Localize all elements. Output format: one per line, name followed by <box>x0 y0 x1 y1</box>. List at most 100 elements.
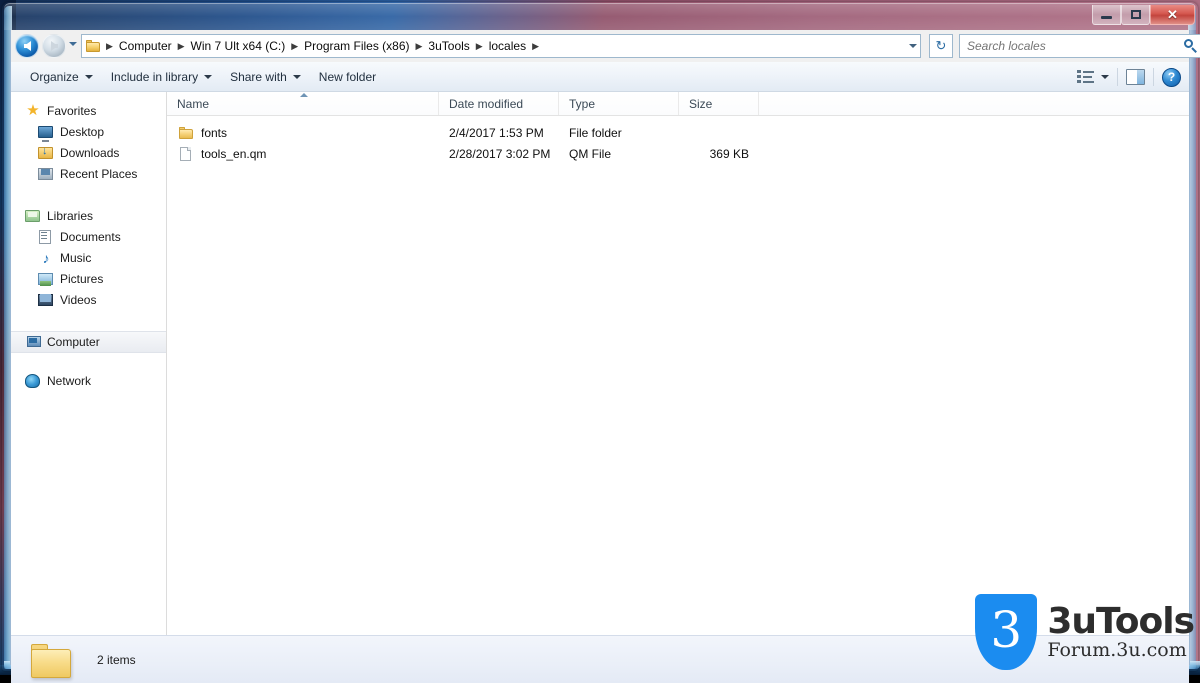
table-row[interactable]: tools_en.qm 2/28/2017 3:02 PM QM File 36… <box>167 143 1189 164</box>
sidebar-item-computer[interactable]: Computer <box>11 331 166 353</box>
shield-glyph: 3 <box>990 601 1023 659</box>
sidebar-item-label: Desktop <box>60 124 105 139</box>
downloads-icon <box>38 145 54 161</box>
sidebar-item-label: Videos <box>60 292 97 307</box>
watermark-text: 3uTools Forum.3u.com <box>1047 600 1195 662</box>
address-bar-row: ▶ Computer ▶ Win 7 Ult x64 (C:) ▶ Progra… <box>11 30 1200 62</box>
share-with-button[interactable]: Share with <box>221 66 310 88</box>
close-button[interactable]: ✕ <box>1150 5 1195 25</box>
back-arrow-icon <box>23 41 31 51</box>
column-header-date-modified[interactable]: Date modified <box>439 92 559 115</box>
column-header-type[interactable]: Type <box>559 92 679 115</box>
3utools-watermark: 3 3uTools Forum.3u.com <box>975 594 1195 670</box>
navigation-pane[interactable]: ★ Favorites Desktop Downloads Recent Pla… <box>11 92 167 635</box>
sidebar-item-favorites[interactable]: ★ Favorites <box>11 100 166 121</box>
music-icon: ♪ <box>42 249 50 266</box>
column-header-name[interactable]: Name <box>167 92 439 115</box>
file-name-label: tools_en.qm <box>201 146 267 161</box>
help-label: ? <box>1167 70 1176 84</box>
sidebar-item-label: Downloads <box>60 145 120 160</box>
maximize-button[interactable] <box>1121 5 1150 25</box>
sidebar-item-downloads[interactable]: Downloads <box>11 142 166 163</box>
file-icon <box>178 146 194 162</box>
file-list-pane[interactable]: Name Date modified Type Size fonts 2/4/2… <box>167 92 1189 635</box>
file-name-cell[interactable]: fonts <box>167 125 439 141</box>
breadcrumb-separator: ▶ <box>475 40 483 51</box>
minimize-button[interactable] <box>1092 5 1121 25</box>
breadcrumb-item-win7ultx64c[interactable]: Win 7 Ult x64 (C:) <box>188 38 289 54</box>
breadcrumb-item-3utools[interactable]: 3uTools <box>425 38 472 54</box>
sidebar-item-desktop[interactable]: Desktop <box>11 121 166 142</box>
sidebar-item-libraries[interactable]: Libraries <box>11 205 166 226</box>
chevron-down-icon <box>292 74 301 79</box>
recent-places-icon <box>38 166 54 182</box>
sidebar-item-recent-places[interactable]: Recent Places <box>11 163 166 184</box>
sidebar-item-network[interactable]: Network <box>11 370 166 391</box>
nav-group-favorites: ★ Favorites Desktop Downloads Recent Pla… <box>11 100 166 184</box>
sidebar-item-label: Network <box>47 373 92 388</box>
preview-pane-icon[interactable] <box>1126 69 1145 85</box>
new-folder-label: New folder <box>318 69 377 84</box>
sidebar-item-label: Recent Places <box>60 166 138 181</box>
organize-label: Organize <box>30 69 79 84</box>
refresh-button[interactable]: ↻ <box>929 34 953 58</box>
forward-button[interactable] <box>42 34 66 58</box>
column-header-label: Date modified <box>449 96 524 111</box>
breadcrumb-separator: ▶ <box>415 40 423 51</box>
breadcrumb-separator: ▶ <box>532 40 539 51</box>
include-in-library-label: Include in library <box>110 69 199 84</box>
computer-icon <box>25 334 41 350</box>
nav-group-libraries: Libraries Documents ♪ Music Pictures Vid… <box>11 205 166 310</box>
chevron-down-icon <box>84 74 93 79</box>
breadcrumb-separator: ▶ <box>177 40 185 51</box>
view-chevron-down-icon[interactable] <box>1101 75 1109 79</box>
breadcrumb-item-program-files-x86[interactable]: Program Files (x86) <box>301 38 412 54</box>
status-item-count: 2 items <box>97 652 136 667</box>
search-icon[interactable] <box>1184 39 1198 53</box>
network-icon <box>25 373 41 389</box>
videos-icon <box>38 292 54 308</box>
documents-icon <box>38 229 54 245</box>
desktop-icon <box>38 124 54 140</box>
sidebar-item-label: Computer <box>47 335 100 349</box>
column-header-label: Size <box>689 96 713 111</box>
include-in-library-button[interactable]: Include in library <box>102 66 221 88</box>
breadcrumb-chevron-down-icon[interactable] <box>909 44 917 48</box>
sidebar-item-label: Favorites <box>47 103 97 118</box>
file-type-cell: File folder <box>569 125 622 140</box>
new-folder-button[interactable]: New folder <box>310 66 385 88</box>
breadcrumb-item-computer[interactable]: Computer <box>116 38 175 54</box>
column-header-row: Name Date modified Type Size <box>167 92 1189 116</box>
column-header-label: Type <box>569 96 596 111</box>
breadcrumb[interactable]: ▶ Computer ▶ Win 7 Ult x64 (C:) ▶ Progra… <box>81 34 921 58</box>
file-name-cell[interactable]: tools_en.qm <box>167 146 439 162</box>
sidebar-item-label: Libraries <box>47 208 94 223</box>
table-row[interactable]: fonts 2/4/2017 1:53 PM File folder <box>167 122 1189 143</box>
sidebar-item-documents[interactable]: Documents <box>11 226 166 247</box>
column-header-size[interactable]: Size <box>679 92 759 115</box>
search-input[interactable] <box>967 39 1184 53</box>
help-icon[interactable]: ? <box>1162 67 1181 87</box>
forward-arrow-icon <box>50 41 58 51</box>
libraries-icon <box>25 208 41 224</box>
maximize-icon <box>1130 10 1141 19</box>
minimize-icon <box>1101 16 1112 19</box>
search-box[interactable] <box>959 34 1200 58</box>
file-date-cell: 2/28/2017 3:02 PM <box>449 146 551 161</box>
column-header-filler <box>759 92 1189 115</box>
sidebar-item-videos[interactable]: Videos <box>11 289 166 310</box>
back-button[interactable] <box>15 34 39 58</box>
recent-pages-chevron-down-icon[interactable] <box>69 42 77 46</box>
file-name-label: fonts <box>201 125 228 140</box>
sidebar-item-pictures[interactable]: Pictures <box>11 268 166 289</box>
sidebar-item-music[interactable]: ♪ Music <box>11 247 166 268</box>
title-bar[interactable]: ✕ <box>4 3 1196 30</box>
watermark-title: 3uTools <box>1047 600 1195 642</box>
organize-button[interactable]: Organize <box>21 66 102 88</box>
view-options-icon[interactable] <box>1077 70 1095 84</box>
breadcrumb-item-locales[interactable]: locales <box>486 38 529 54</box>
breadcrumb-separator: ▶ <box>106 40 113 51</box>
toolbar: Organize Include in library Share with N… <box>11 62 1189 92</box>
toolbar-right-group: ? <box>1077 62 1181 92</box>
